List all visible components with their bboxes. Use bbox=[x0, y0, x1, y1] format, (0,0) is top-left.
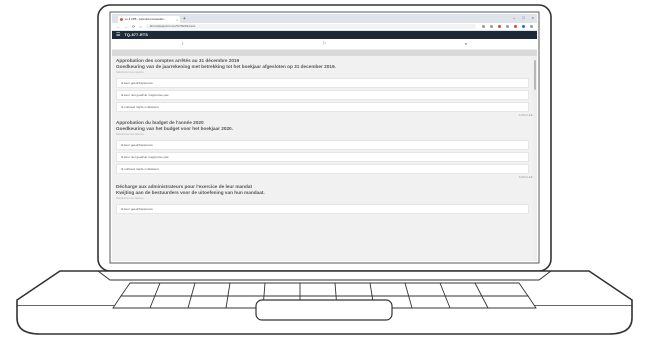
profile-icon[interactable] bbox=[522, 25, 525, 28]
info-icon[interactable]: i bbox=[182, 39, 183, 49]
hamburger-menu-icon[interactable]: ☰ bbox=[116, 31, 120, 39]
vote-option-approve[interactable]: Ik keur goed/J'approuve bbox=[116, 78, 529, 88]
scrollbar-thumb[interactable] bbox=[534, 60, 536, 90]
minimize-icon[interactable]: – bbox=[513, 15, 515, 20]
resolution-title-nl: Kwijting aan de bestuurders voor de uito… bbox=[116, 190, 265, 195]
app-code: TQ-877-RTS bbox=[124, 33, 149, 37]
menu-dots-icon[interactable] bbox=[530, 25, 533, 28]
app-header: ☰ TQ-877-RTS bbox=[112, 31, 537, 39]
browser-tab-bar: Lu & CPB - Gebruiksvoorwaarden... × + – … bbox=[112, 14, 537, 23]
vote-option-reject[interactable]: Ik keur niet goed/Je n'approuve pas bbox=[116, 152, 529, 162]
resolution-2: Approbation du budget de l'année 2020 Go… bbox=[116, 120, 529, 136]
extension-icon[interactable] bbox=[490, 25, 493, 28]
star-icon[interactable] bbox=[482, 25, 485, 28]
vote-option-approve[interactable]: Ik keur goed/J'approuve bbox=[116, 204, 529, 214]
address-bar: ← → ⟳ ⌂ ab.lumiquepoint.com/VOTE/Partner… bbox=[112, 23, 537, 31]
browser-tab[interactable]: Lu & CPB - Gebruiksvoorwaarden... × bbox=[118, 16, 180, 23]
trackpad bbox=[255, 299, 393, 321]
resolutions-list: Approbation des comptes arrêtés au 31 dé… bbox=[112, 56, 537, 261]
chat-icon[interactable]: ⚐ bbox=[322, 39, 326, 49]
extension-red-icon[interactable] bbox=[514, 25, 517, 28]
flags-icon[interactable]: ◐ bbox=[465, 39, 467, 49]
extension-icons bbox=[482, 25, 533, 28]
resolution-3: Décharge aux administrateurs pour l'exer… bbox=[116, 184, 529, 200]
window-controls: – □ × bbox=[513, 15, 534, 20]
extension-icon[interactable] bbox=[506, 25, 509, 28]
tab-close-icon[interactable]: × bbox=[176, 18, 178, 22]
vote-option-approve[interactable]: Ik keur goed/J'approuve bbox=[116, 140, 529, 150]
vote-option-abstain[interactable]: Ik onthoud mij/Je m'abstiens bbox=[116, 164, 529, 174]
resolution-hint: Sélectionnez une réponse bbox=[116, 71, 144, 74]
maximize-icon[interactable]: □ bbox=[522, 15, 524, 20]
tab-title: Lu & CPB - Gebruiksvoorwaarden... bbox=[125, 18, 167, 21]
screen: Lu & CPB - Gebruiksvoorwaarden... × + – … bbox=[112, 14, 537, 261]
forward-icon[interactable]: → bbox=[124, 24, 128, 29]
new-tab-button[interactable]: + bbox=[183, 16, 186, 23]
resolution-hint: Sélectionnez une réponse bbox=[116, 133, 144, 136]
vote-option-abstain[interactable]: Ik onthoud mij/Je m'abstiens bbox=[116, 102, 529, 112]
resolution-title-nl: Goedkeuring van de jaarrekening met betr… bbox=[116, 64, 336, 69]
extension-red-icon[interactable] bbox=[498, 25, 501, 28]
scrollbar[interactable] bbox=[533, 56, 537, 261]
resolution-hint: Sélectionnez une réponse bbox=[116, 197, 144, 200]
reload-icon[interactable]: ⟳ bbox=[132, 24, 135, 29]
url-field[interactable]: ab.lumiquepoint.com/VOTE/Partners bbox=[145, 24, 476, 29]
favicon-icon bbox=[120, 18, 123, 21]
back-icon[interactable]: ← bbox=[116, 24, 120, 29]
resolution-title-nl: Goedkeuring van het budget voor het boek… bbox=[116, 126, 233, 131]
home-icon[interactable]: ⌂ bbox=[139, 24, 141, 29]
vote-option-reject[interactable]: Ik keur niet goed/Je n'approuve pas bbox=[116, 90, 529, 100]
close-window-icon[interactable]: × bbox=[532, 15, 534, 20]
resolution-1: Approbation des comptes arrêtés au 31 dé… bbox=[116, 58, 529, 74]
app-toolbar: i ⚐ ◐ bbox=[112, 39, 537, 50]
